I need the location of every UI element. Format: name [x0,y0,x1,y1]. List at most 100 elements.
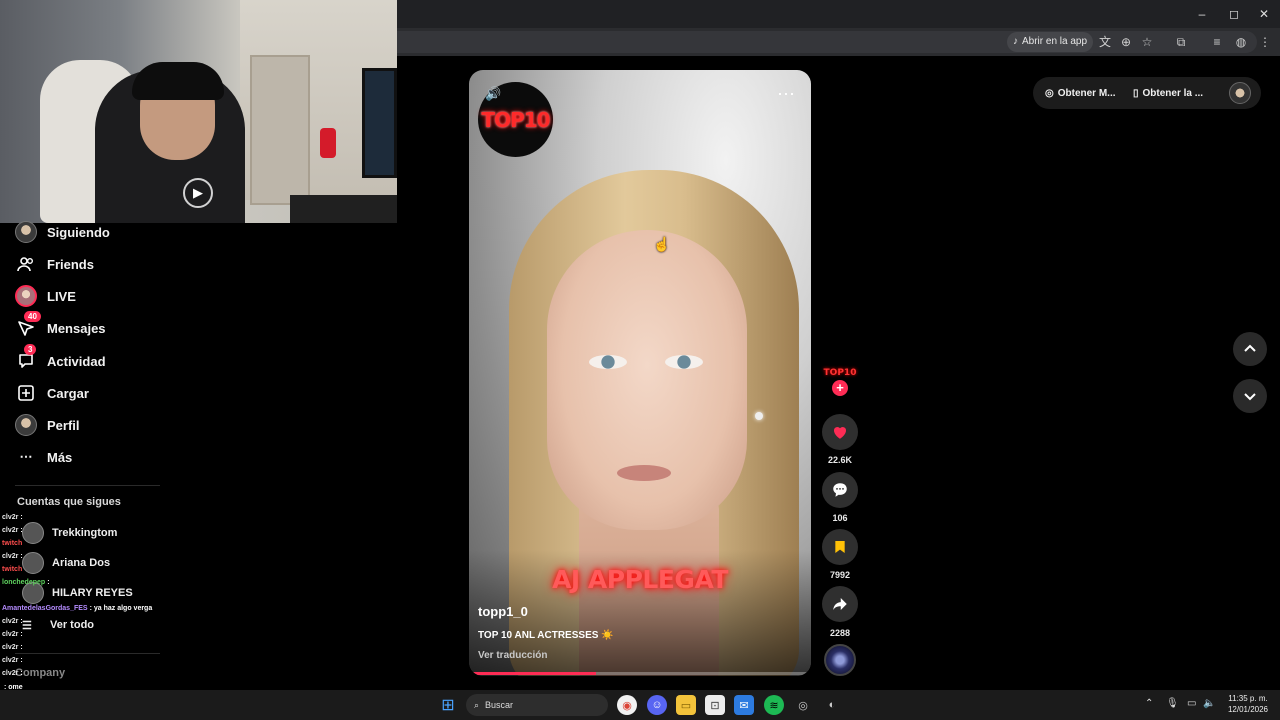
taskbar-clock[interactable]: 11:35 p. m. 12/01/2026 [1222,693,1274,715]
menu-dots-icon[interactable]: ⋮ [1257,34,1273,50]
chat-text: : [20,644,23,651]
chat-text: : [20,631,23,638]
bookmark-star-icon[interactable]: ☆ [1139,34,1155,50]
file-explorer-icon[interactable]: ▭ [676,695,696,715]
webcam-desk [290,195,397,223]
hand-cursor-icon: ☝ [653,236,671,252]
comment-button[interactable] [822,472,858,508]
sidebar-item-friends[interactable]: Friends [15,252,94,276]
microphone-icon[interactable]: 🎙 [1166,698,1179,709]
creator-avatar[interactable]: TOP10 + [824,368,856,400]
get-app-label: Obtener la ... [1142,87,1204,99]
media-control-icon[interactable]: ≡ [1209,34,1225,50]
sidebar-item-actividad[interactable]: 3 Actividad [15,344,106,373]
chat-username: twitch [2,566,23,573]
sidebar-item-live[interactable]: LIVE [15,284,76,308]
translate-icon[interactable]: 文 [1097,34,1113,50]
volume-icon[interactable]: 🔊 [485,86,503,104]
taskbar-date: 12/01/2026 [1227,705,1269,714]
mail-icon[interactable]: ✉ [734,695,754,715]
sidebar-item-label: Mensajes [47,320,106,336]
taskbar-search[interactable]: ⌕ Buscar [466,694,608,716]
spotify-icon[interactable]: ≋ [764,695,784,715]
sidebar-item-cargar[interactable]: Cargar [15,381,89,405]
chat-message: clv2r: [2,511,242,524]
minimize-button[interactable]: – [1187,4,1217,24]
sidebar-item-siguiendo[interactable]: Siguiendo [15,220,110,244]
next-video-button[interactable] [1233,379,1267,413]
like-button[interactable] [822,414,858,450]
chat-message: clv2r: [2,641,242,654]
avatar[interactable] [1229,82,1251,104]
chat-message: clv2r: [2,524,242,537]
chevron-down-icon [1244,393,1256,401]
chat-username: clv2r [2,527,19,534]
sidebar-item-mensajes[interactable]: 40 Mensajes [15,311,106,340]
sidebar-item-label: Friends [47,256,94,272]
chat-username: twitch [2,540,23,547]
share-icon [833,598,847,610]
video-player[interactable]: TOP10 🔊 ⋯ ☝ AJ APPLEGAT topp1_0 TOP 10 A… [469,70,811,676]
chat-message: AmantedelasGordas_FES: ya haz algo verga [2,602,242,615]
open-in-app-button[interactable]: ♪ Abrir en la app [1007,32,1094,52]
bookmark-icon [835,541,845,553]
chat-message [2,589,242,602]
save-button[interactable] [822,529,858,565]
replay-icon: ▶ [183,178,213,208]
video-author[interactable]: topp1_0 [478,604,528,619]
friends-icon [15,253,37,275]
extensions-icon[interactable]: ⧉ [1173,34,1189,50]
sidebar-item-label: LIVE [47,288,76,304]
discord-icon[interactable]: ☺ [647,695,667,715]
see-translation-link[interactable]: Ver traducción [478,650,547,661]
video-overlay-name: AJ APPLEGAT [552,565,728,594]
profile-icon[interactable]: ◍ [1233,34,1249,50]
music-disc-icon[interactable] [824,644,856,676]
chat-text: : [20,670,23,677]
get-coins-button[interactable]: ◎ Obtener M... [1045,77,1116,109]
tray-chevron-up-icon[interactable]: ⌃ [1145,698,1153,709]
video-caption: TOP 10 ANL ACTRESSES ☀️ [478,630,614,641]
chat-message: twitch [2,537,242,550]
chat-username: clv2r [2,657,19,664]
video-progress-fill [469,672,596,675]
follow-plus-button[interactable]: + [832,380,848,396]
save-count: 7992 [829,570,851,580]
like-count: 22.6K [827,455,853,465]
upload-icon [15,382,37,404]
chat-message: clv2r: [2,628,242,641]
obs-icon[interactable]: ◐ [822,695,842,715]
volume-tray-icon[interactable]: 🔈 [1203,698,1215,709]
stream-chat-overlay: clv2r: clv2r: twitch clv2r: twitch lonchedepe… [2,511,242,680]
store-icon[interactable]: ⊡ [705,695,725,715]
search-icon: ⌕ [474,699,480,710]
live-avatar-icon [15,285,37,307]
sidebar-item-mas[interactable]: ⋯ Más [15,445,73,469]
open-in-app-label: Abrir en la app [1022,36,1088,47]
close-window-button[interactable]: ✕ [1249,4,1279,24]
display-icon[interactable]: ▭ [1187,698,1196,709]
get-app-button[interactable]: ▯ Obtener la ... [1133,77,1203,109]
tiktok-icon: ♪ [1013,36,1018,47]
previous-video-button[interactable] [1233,332,1267,366]
sidebar-item-perfil[interactable]: Perfil [15,413,80,437]
chat-message: clv2r: [2,615,242,628]
chevron-up-icon [1244,344,1256,352]
share-button[interactable] [822,586,858,622]
webcam-cap [132,62,224,100]
chrome-icon[interactable]: ◉ [617,695,637,715]
chat-message: clv2r: [2,654,242,667]
chat-text: : [20,657,23,664]
chat-username: clv2r [2,670,19,677]
maximize-button[interactable]: ◻ [1219,4,1249,24]
webcam-monitor [362,68,397,178]
zoom-icon[interactable]: ⊕ [1118,34,1134,50]
app-icon[interactable]: ◎ [793,695,813,715]
creator-logo-text: TOP10 [823,368,857,378]
video-more-options-icon[interactable]: ⋯ [777,84,796,105]
messages-icon: 40 [15,311,41,339]
chat-username: AmantedelasGordas_FES [2,605,88,612]
windows-start-icon[interactable]: ⊞ [438,695,458,715]
video-progress-bar[interactable] [469,672,811,675]
more-icon: ⋯ [19,449,33,464]
